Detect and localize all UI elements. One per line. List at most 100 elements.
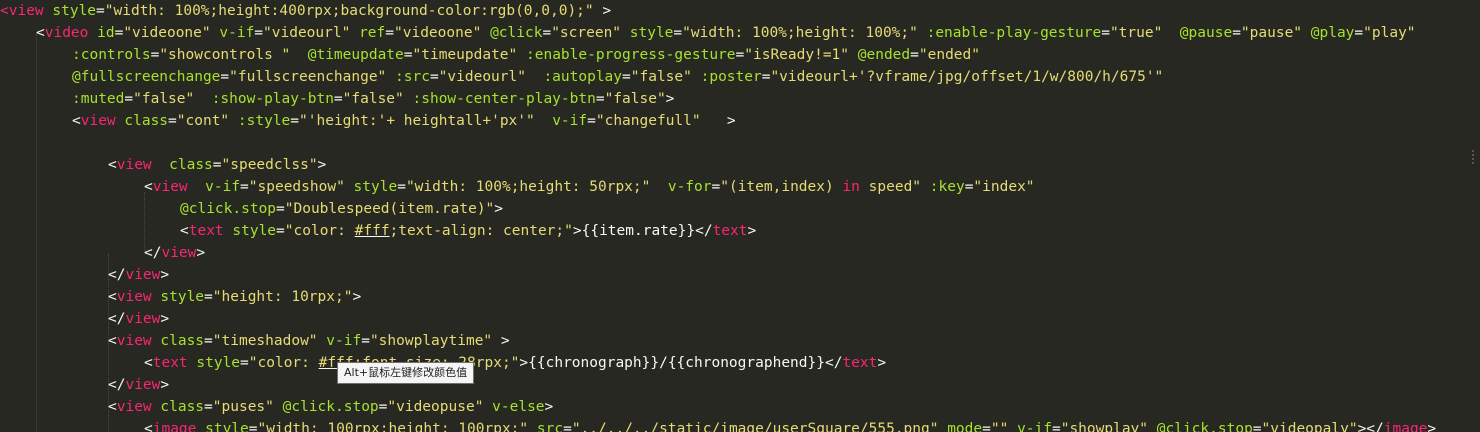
code-token: > — [665, 91, 675, 107]
code-token: = — [563, 421, 572, 432]
code-token: class — [160, 333, 205, 349]
code-token: view — [116, 399, 152, 415]
code-token: = — [276, 201, 285, 217]
code-line[interactable]: <view style="height: 10rpx;"> — [108, 286, 361, 308]
code-line[interactable]: </view> — [108, 308, 169, 330]
code-line[interactable]: :controls="showcontrols " @timeupdate="t… — [72, 44, 980, 66]
code-token: "Doublespeed(item.rate)" — [284, 201, 495, 217]
code-token: < — [144, 421, 153, 432]
code-line[interactable]: <view class="timeshadow" v-if="showplayt… — [108, 330, 510, 352]
code-token: = — [150, 47, 160, 63]
code-token: = — [982, 421, 991, 432]
code-token: @click — [490, 25, 543, 41]
code-line[interactable]: <video id="videoone" v-if="videourl" ref… — [36, 22, 1416, 44]
code-token: "false" — [342, 91, 404, 107]
code-token: < — [108, 333, 117, 349]
code-token: = — [1101, 25, 1110, 41]
code-token: "false" — [133, 91, 195, 107]
code-token: = — [673, 25, 683, 41]
code-token: image — [1383, 421, 1428, 432]
code-token: = — [1232, 25, 1241, 41]
code-token: > — [317, 157, 327, 173]
code-token: v-if — [326, 333, 362, 349]
code-token: :src — [395, 69, 430, 85]
code-line[interactable]: </view> — [144, 242, 205, 264]
code-line[interactable]: :muted="false" :show-play-btn="false" :s… — [72, 88, 674, 110]
code-token: :show-center-play-btn — [412, 91, 596, 107]
code-line[interactable]: @fullscreenchange="fullscreenchange" :sr… — [72, 66, 1163, 88]
scrollbar-marker[interactable] — [1472, 150, 1480, 164]
code-token: "width: 100%;height:400rpx;background-co… — [104, 3, 594, 19]
code-token: > — [160, 311, 170, 327]
code-token: style — [232, 223, 277, 239]
code-line[interactable]: <view class="puses" @click.stop="videopu… — [108, 396, 553, 418]
code-token: > — [1427, 421, 1437, 432]
code-line[interactable]: <view class="speedclss"> — [108, 154, 326, 176]
code-token: = — [220, 69, 230, 85]
code-token: #fff — [354, 223, 390, 239]
code-token: text — [152, 355, 188, 371]
code-token: image — [152, 421, 197, 432]
code-token: "videourl" — [263, 25, 351, 41]
code-token: class — [160, 399, 205, 415]
code-token: "timeupdate" — [412, 47, 518, 63]
code-token: < — [72, 113, 81, 129]
code-token: :muted — [72, 91, 125, 107]
code-token: "videourl" — [438, 69, 526, 85]
code-line[interactable]: </view> — [108, 374, 169, 396]
code-token: "color: — [284, 223, 355, 239]
code-token: style — [52, 3, 97, 19]
code-line[interactable]: <view style="width: 100%;height:400rpx;b… — [0, 0, 611, 22]
code-token: mode — [947, 421, 983, 432]
code-token: = — [429, 69, 439, 85]
code-token: style — [160, 289, 205, 305]
code-token: = — [96, 3, 105, 19]
code-token: src — [536, 421, 564, 432]
code-token: "false" — [630, 69, 692, 85]
code-token: "height: 10rpx;" — [212, 289, 353, 305]
code-token: :enable-play-gesture — [926, 25, 1102, 41]
code-token: view — [116, 289, 152, 305]
code-token: = — [595, 91, 605, 107]
code-token: </ — [144, 245, 162, 261]
code-line[interactable]: <view class="cont" :style="'height:'+ he… — [72, 110, 736, 132]
code-line[interactable]: <view v-if="speedshow" style="width: 100… — [144, 176, 1035, 198]
code-token: :show-play-btn — [211, 91, 334, 107]
code-token: "showplay" — [1060, 421, 1149, 432]
code-token: = — [204, 399, 213, 415]
code-token: @click.stop — [282, 399, 379, 415]
code-token: "(item,index) — [720, 179, 843, 195]
code-token: v-if — [219, 25, 255, 41]
code-line[interactable]: @click.stop="Doublespeed(item.rate)"> — [180, 198, 503, 220]
code-token: = — [711, 179, 721, 195]
code-token: = — [124, 91, 134, 107]
code-editor[interactable]: <view style="width: 100%;height:400rpx;b… — [0, 0, 1480, 432]
code-token: view — [125, 311, 161, 327]
code-token: view — [125, 377, 161, 393]
code-line[interactable]: <text style="color: #fff;font-size: 28rp… — [144, 352, 886, 374]
code-token: < — [144, 179, 153, 195]
code-line[interactable]: <text style="color: #fff;text-align: cen… — [180, 220, 756, 242]
code-token: "width: 100%;height: 100%;" — [682, 25, 918, 41]
code-line[interactable]: </view> — [108, 264, 169, 286]
code-token: v-for — [667, 179, 712, 195]
code-token: = — [333, 91, 343, 107]
code-line[interactable]: <image style="width: 100rpx;height: 100r… — [144, 418, 1436, 432]
code-token: < — [0, 3, 9, 19]
code-token: view — [152, 179, 188, 195]
code-token: > — [877, 355, 887, 371]
code-token: view — [116, 157, 152, 173]
code-token: > — [494, 201, 504, 217]
code-token: = — [622, 69, 631, 85]
